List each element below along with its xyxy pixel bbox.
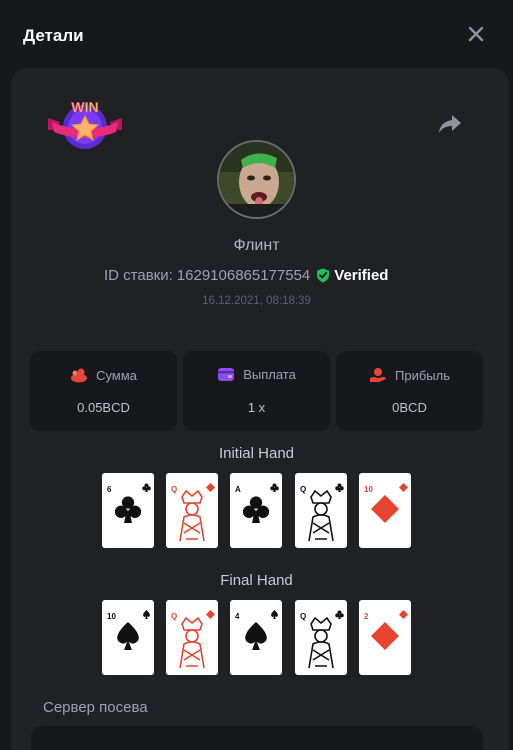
badge-text: WIN	[71, 99, 98, 115]
bet-date: 16.12.2021, 08:18:39	[202, 295, 311, 307]
queen-figure-icon	[179, 616, 205, 669]
clubs-suit-large-icon	[114, 496, 142, 523]
card-rank: 2	[364, 612, 369, 621]
playing-card: Q	[295, 473, 347, 548]
stat-value: 0.05BCD	[77, 400, 130, 415]
playing-card: A	[230, 473, 282, 548]
playing-card: Q	[166, 600, 218, 675]
spades-suit-large-icon	[245, 622, 267, 650]
stat-value: 0BCD	[392, 400, 427, 415]
spades-suit-large-icon	[117, 622, 139, 650]
playing-card: 4	[230, 600, 282, 675]
player-name: Флинт	[233, 237, 280, 254]
verified-badge[interactable]: Verified	[316, 267, 388, 284]
spades-suit-icon	[143, 610, 150, 619]
close-icon[interactable]	[467, 25, 485, 43]
card-rank: 10	[364, 485, 373, 494]
queen-figure-icon	[308, 489, 334, 542]
card-rank: 10	[107, 612, 116, 621]
card-rank: 4	[235, 612, 240, 621]
diamonds-suit-large-icon	[371, 622, 399, 650]
avatar-image	[219, 142, 294, 217]
playing-card: 6	[102, 473, 154, 548]
final-hand-label: Final Hand	[220, 572, 293, 589]
stat-profit: Прибыль 0BCD	[336, 351, 483, 431]
diamonds-suit-icon	[399, 610, 408, 619]
playing-card: 10	[359, 473, 411, 548]
stat-amount: Сумма 0.05BCD	[30, 351, 177, 431]
card-rank: 6	[107, 485, 112, 494]
stat-label: Прибыль	[395, 367, 450, 383]
clubs-suit-icon	[270, 483, 279, 492]
initial-hand-label: Initial Hand	[218, 445, 295, 462]
wallet-icon	[218, 368, 235, 381]
coins-icon	[71, 368, 88, 383]
modal-title: Детали	[23, 26, 84, 45]
stat-label: Выплата	[243, 367, 296, 382]
bet-id-label: ID ставки:	[104, 266, 173, 284]
playing-card: 10	[102, 600, 154, 675]
playing-card: Q	[295, 600, 347, 675]
stat-value: 1 x	[247, 400, 266, 415]
bet-id-row: ID ставки: 1629106865177554 Verified	[104, 265, 388, 285]
playing-card: 2	[359, 600, 411, 675]
profit-hand-icon	[370, 368, 386, 382]
queen-figure-icon	[179, 489, 205, 542]
playing-card: Q	[166, 473, 218, 548]
shield-check-icon	[317, 268, 330, 282]
verified-label: Verified	[334, 266, 389, 284]
diamonds-suit-icon	[399, 483, 408, 492]
stat-payout: Выплата 1 x	[183, 351, 330, 431]
spades-suit-icon	[271, 610, 278, 619]
avatar	[217, 140, 296, 219]
stat-label: Сумма	[96, 367, 137, 383]
server-seed-box	[31, 726, 483, 750]
server-seed-label: Сервер посева	[43, 699, 148, 716]
bet-id-value[interactable]: 1629106865177554	[177, 267, 310, 284]
share-icon[interactable]	[438, 113, 462, 135]
queen-figure-icon	[308, 616, 334, 669]
card-rank: A	[235, 485, 241, 494]
clubs-suit-large-icon	[242, 496, 270, 523]
clubs-suit-icon	[142, 483, 151, 492]
diamonds-suit-large-icon	[371, 495, 399, 523]
win-badge-icon: WIN	[48, 99, 122, 149]
